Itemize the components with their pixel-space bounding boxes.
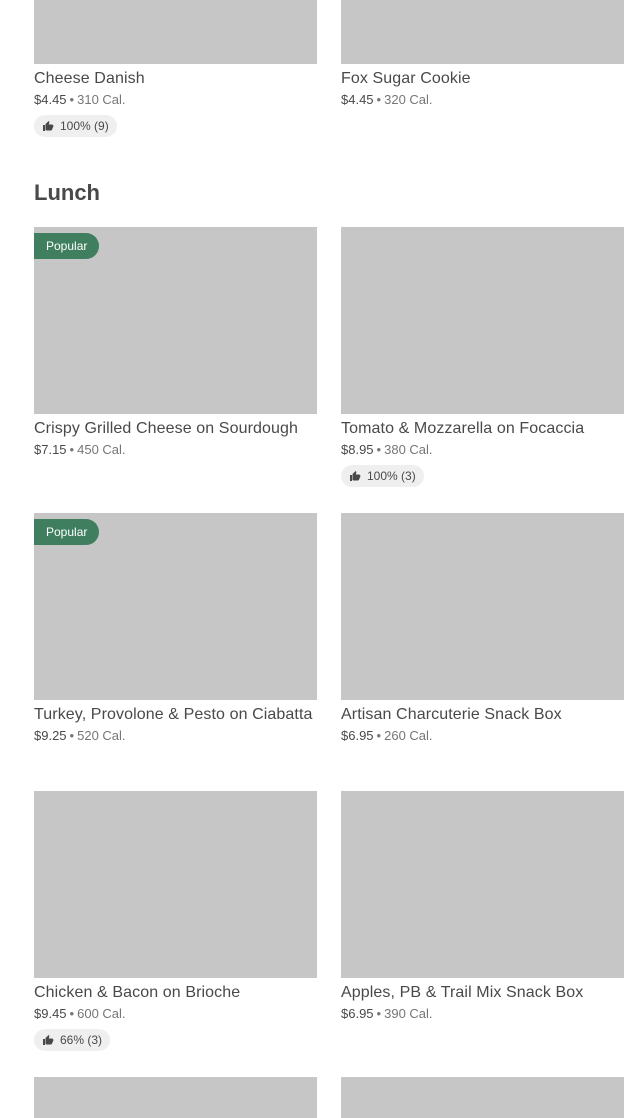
- item-image[interactable]: Popular: [34, 513, 317, 700]
- item-meta: $9.25 • 520 Cal.: [34, 728, 317, 744]
- item-name: Crispy Grilled Cheese on Sourdough: [34, 420, 298, 437]
- item-name: Cheese Danish: [34, 70, 145, 87]
- item-calories: 380 Cal.: [384, 442, 433, 457]
- item-image[interactable]: [34, 791, 317, 978]
- item-meta: $4.45 • 310 Cal.: [34, 92, 317, 108]
- item-name: Apples, PB & Trail Mix Snack Box: [341, 984, 584, 1001]
- item-name: Fox Sugar Cookie: [341, 70, 471, 87]
- menu-item-card[interactable]: Chicken & Bacon on Brioche $9.45 • 600 Cal…: [34, 791, 317, 1051]
- item-meta: $8.95 • 380 Cal.: [341, 442, 624, 458]
- rating-text: 100% (9): [60, 119, 109, 133]
- rating-pill: 100% (9): [34, 115, 117, 137]
- menu-item-card[interactable]: Popular Crispy Grilled Cheese on Sourdou…: [34, 227, 317, 458]
- meta-separator: •: [376, 728, 382, 743]
- meta-separator: •: [69, 1006, 75, 1021]
- item-meta: $6.95 • 390 Cal.: [341, 1006, 624, 1022]
- menu-item-card[interactable]: Cheese Danish $4.45 • 310 Cal. 100% (9): [34, 0, 317, 137]
- item-image[interactable]: [341, 1077, 624, 1118]
- item-image[interactable]: [341, 513, 624, 700]
- item-name: Chicken & Bacon on Brioche: [34, 984, 241, 1001]
- meta-separator: •: [69, 92, 75, 107]
- item-meta: $6.95 • 260 Cal.: [341, 728, 624, 744]
- item-price: $7.15: [34, 442, 67, 457]
- item-name: Artisan Charcuterie Snack Box: [341, 706, 562, 723]
- meta-separator: •: [69, 728, 75, 743]
- thumbs-up-icon: [350, 471, 361, 481]
- item-price: $6.95: [341, 728, 374, 743]
- item-price: $4.45: [34, 92, 67, 107]
- item-price: $9.45: [34, 1006, 67, 1021]
- rating-pill: 100% (3): [341, 465, 424, 487]
- section-title: Lunch: [34, 180, 100, 205]
- item-calories: 310 Cal.: [77, 92, 126, 107]
- item-image[interactable]: [34, 0, 317, 64]
- meta-separator: •: [376, 92, 382, 107]
- item-meta: $7.15 • 450 Cal.: [34, 442, 317, 458]
- rating-pill: 66% (3): [34, 1029, 111, 1051]
- item-name: Turkey, Provolone & Pesto on Ciabatta: [34, 706, 313, 723]
- popular-badge: Popular: [34, 519, 100, 545]
- item-image[interactable]: Popular: [34, 227, 317, 414]
- item-calories: 600 Cal.: [77, 1006, 126, 1021]
- menu-item-card[interactable]: Artisan Charcuterie Snack Box $6.95 • 260 …: [341, 513, 624, 744]
- menu-item-card[interactable]: Fox Sugar Cookie $4.45 • 320 Cal.: [341, 0, 624, 108]
- item-meta: $9.45 • 600 Cal.: [34, 1006, 317, 1022]
- menu-item-card[interactable]: Tomato & Mozzarella on Focaccia $8.95 • 38…: [341, 227, 624, 487]
- item-name: Tomato & Mozzarella on Focaccia: [341, 420, 585, 437]
- rating-text: 66% (3): [60, 1033, 103, 1047]
- rating-text: 100% (3): [367, 469, 416, 483]
- item-calories: 390 Cal.: [384, 1006, 433, 1021]
- menu-item-card[interactable]: Popular Turkey, Provolone & Pesto on Cia…: [34, 513, 317, 744]
- meta-separator: •: [69, 442, 75, 457]
- item-price: $8.95: [341, 442, 374, 457]
- thumbs-up-icon: [43, 121, 54, 131]
- menu-item-card[interactable]: [341, 1077, 624, 1118]
- meta-separator: •: [376, 442, 382, 457]
- item-calories: 320 Cal.: [384, 92, 433, 107]
- thumbs-up-icon: [43, 1035, 54, 1045]
- menu-item-card[interactable]: Apples, PB & Trail Mix Snack Box $6.95 • 3…: [341, 791, 624, 1022]
- item-meta: $4.45 • 320 Cal.: [341, 92, 624, 108]
- item-calories: 450 Cal.: [77, 442, 126, 457]
- item-image[interactable]: [341, 791, 624, 978]
- item-image[interactable]: [341, 0, 624, 64]
- item-price: $4.45: [341, 92, 374, 107]
- meta-separator: •: [376, 1006, 382, 1021]
- popular-badge: Popular: [34, 233, 100, 259]
- item-image[interactable]: [34, 1077, 317, 1118]
- item-price: $9.25: [34, 728, 67, 743]
- item-image[interactable]: [341, 227, 624, 414]
- menu-item-card[interactable]: [34, 1077, 317, 1118]
- item-calories: 520 Cal.: [77, 728, 126, 743]
- item-price: $6.95: [341, 1006, 374, 1021]
- item-calories: 260 Cal.: [384, 728, 433, 743]
